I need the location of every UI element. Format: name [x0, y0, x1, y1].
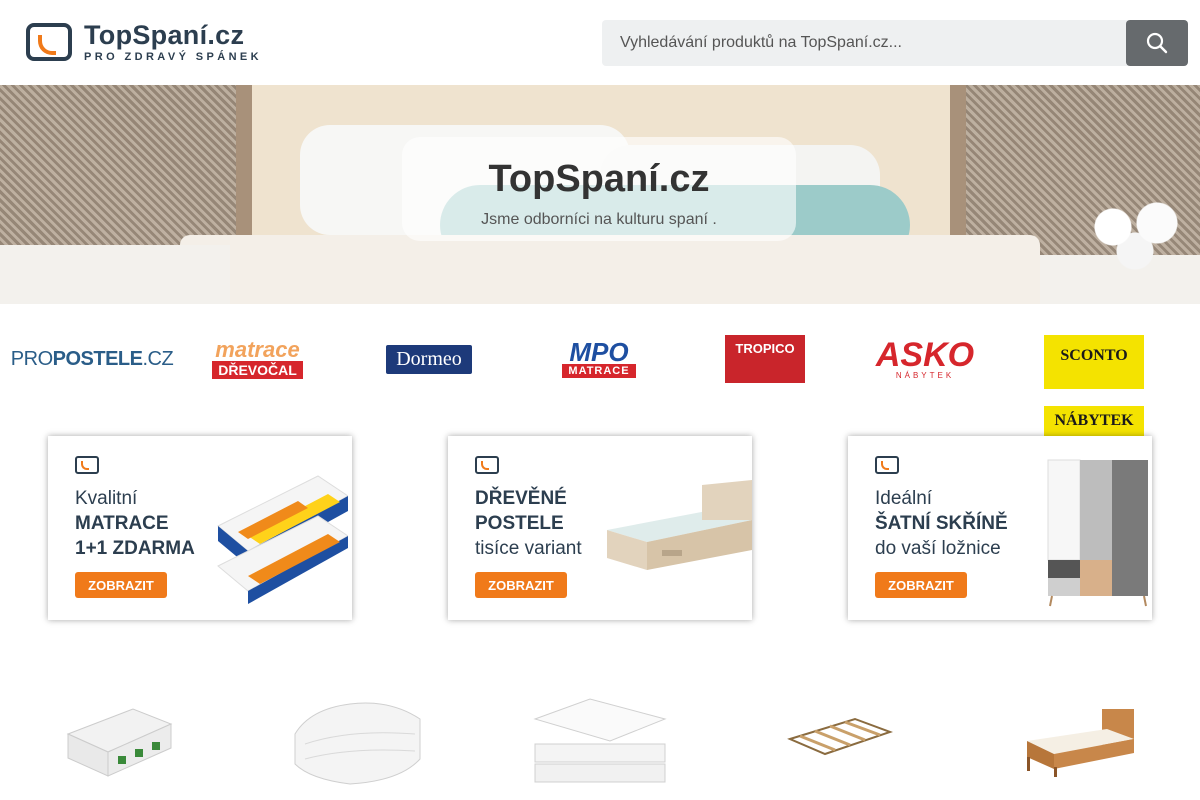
- site-logo[interactable]: TopSpaní.cz PRO ZDRAVÝ SPÁNEK: [26, 20, 262, 64]
- promo-line1: Kvalitní: [75, 488, 138, 509]
- brand-propostele-main: POSTELE: [52, 347, 143, 370]
- brand-drevocal-top: matrace: [215, 337, 300, 362]
- logo-text: TopSpaní.cz PRO ZDRAVÝ SPÁNEK: [84, 21, 262, 63]
- brand-dormeo-label: Dormeo: [386, 344, 472, 374]
- promo-line1: Ideální: [875, 488, 933, 509]
- promo-card-mattresses[interactable]: Kvalitní MATRACE 1+1 ZDARMA ZOBRAZIT: [48, 436, 352, 620]
- logo-icon: [875, 456, 899, 474]
- category-duvets[interactable]: [290, 684, 430, 794]
- logo-icon: [26, 23, 72, 61]
- brand-mpo-top: MPO: [569, 337, 629, 367]
- duvet-image: [294, 702, 421, 785]
- category-bedsheets[interactable]: [530, 684, 670, 794]
- bedsheet-image: [533, 698, 667, 783]
- brand-mpo[interactable]: MPO MATRACE: [555, 330, 643, 388]
- brand-logos: PRO POSTELE .CZ matrace DŘEVOČAL Dormeo MP…: [0, 330, 1200, 454]
- brand-propostele[interactable]: PRO POSTELE .CZ: [11, 330, 174, 388]
- search-button[interactable]: [1126, 20, 1188, 66]
- brand-sconto-top: SCONTO: [1044, 341, 1144, 389]
- wardrobe-image: [1047, 459, 1148, 607]
- promo-text: Ideální ŠATNÍ SKŘÍNĚ do vaší ložnice: [875, 486, 1055, 561]
- hero-flowers: [1080, 195, 1190, 275]
- logo-tagline: PRO ZDRAVÝ SPÁNEK: [84, 51, 262, 63]
- brand-tropico[interactable]: TROPICO: [725, 330, 805, 388]
- search-bar: [602, 20, 1188, 66]
- bed-image: [607, 480, 752, 570]
- brand-asko[interactable]: ASKO NÁBYTEK: [870, 330, 980, 388]
- mattress-image: [217, 475, 348, 604]
- promo-show-button[interactable]: ZOBRAZIT: [475, 572, 567, 598]
- hero-title: TopSpaní.cz: [488, 158, 710, 200]
- promo-line3: tisíce variant: [475, 538, 582, 559]
- brand-asko-bottom: NÁBYTEK: [895, 370, 955, 380]
- hero-banner: TopSpaní.cz Jsme odborníci na kulturu sp…: [0, 85, 1200, 304]
- hero-blanket: [180, 235, 1040, 304]
- logo-name: TopSpaní.cz: [84, 20, 245, 50]
- brand-sconto[interactable]: SCONTO NÁBYTEK: [1044, 330, 1144, 454]
- wooden-bed-image: [1027, 709, 1134, 777]
- promo-show-button[interactable]: ZOBRAZIT: [75, 572, 167, 598]
- brand-drevocal-bottom: DŘEVOČAL: [212, 361, 303, 379]
- brand-propostele-suffix: .CZ: [142, 347, 174, 370]
- search-icon: [1146, 32, 1168, 54]
- slatted-frame-image: [787, 717, 893, 756]
- site-header: TopSpaní.cz PRO ZDRAVÝ SPÁNEK: [0, 0, 1200, 85]
- brand-sconto-label: SCONTO NÁBYTEK: [1044, 335, 1144, 454]
- brand-propostele-pre: PRO: [10, 347, 53, 370]
- brand-mpo-bottom: MATRACE: [562, 364, 636, 378]
- category-wooden-beds[interactable]: [1022, 684, 1140, 794]
- promo-show-button[interactable]: ZOBRAZIT: [875, 572, 967, 598]
- brand-dormeo[interactable]: Dormeo: [373, 330, 485, 388]
- logo-icon: [75, 456, 99, 474]
- category-slatted-frames[interactable]: [785, 684, 895, 794]
- hero-nightstand-left: [0, 245, 230, 304]
- promo-line3: do vaší ložnice: [875, 538, 1001, 559]
- promo-card-beds[interactable]: DŘEVĚNÉ POSTELE tisíce variant ZOBRAZIT: [448, 436, 752, 620]
- logo-icon: [475, 456, 499, 474]
- mattress-image: [66, 708, 172, 777]
- hero-text-box: TopSpaní.cz Jsme odborníci na kulturu sp…: [402, 137, 796, 241]
- hero-subtitle: Jsme odborníci na kulturu spaní .: [481, 211, 717, 228]
- brand-drevocal[interactable]: matrace DŘEVOČAL: [200, 330, 315, 388]
- search-input[interactable]: [602, 20, 1128, 66]
- brand-asko-top: ASKO: [875, 335, 975, 374]
- brand-tropico-label: TROPICO: [725, 335, 805, 383]
- promo-line2: ŠATNÍ SKŘÍNĚ: [875, 513, 1008, 534]
- category-mattresses[interactable]: [55, 684, 180, 794]
- promo-card-wardrobes[interactable]: Ideální ŠATNÍ SKŘÍNĚ do vaší ložnice ZOB…: [848, 436, 1152, 620]
